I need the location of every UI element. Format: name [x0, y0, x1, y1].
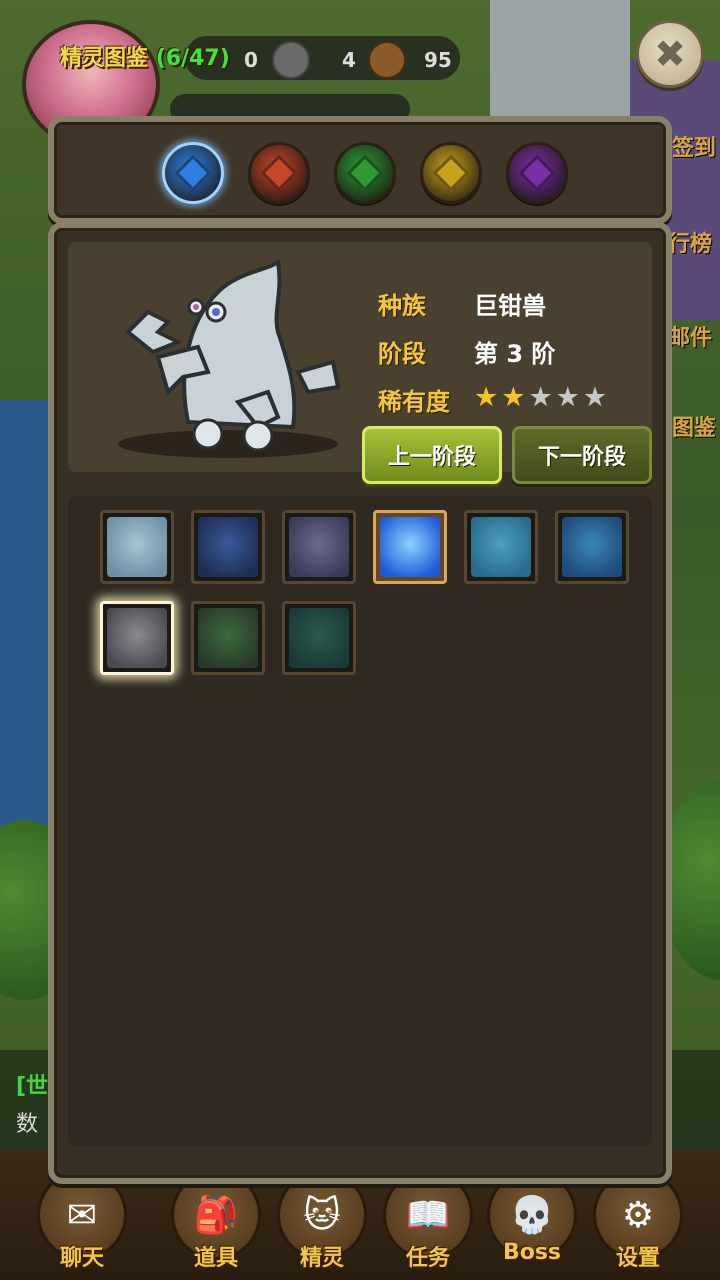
star-filled-icon: ★ — [501, 382, 526, 413]
next-stage-button[interactable]: 下一阶段 — [512, 426, 652, 484]
nav-quests[interactable]: 📖 任务 — [380, 1170, 476, 1280]
creature-thumbnail — [471, 517, 531, 577]
nav-label: 设置 — [615, 1246, 660, 1271]
star-empty-icon: ★ — [555, 382, 580, 413]
creature-cell[interactable] — [555, 510, 629, 584]
tab-wood[interactable] — [334, 142, 396, 204]
side-menu-signin[interactable]: 签到 — [672, 130, 716, 162]
nav-label: 任务 — [405, 1246, 450, 1271]
handbook-panel: 种族 巨钳兽 阶段 第 3 阶 稀有度 ★ ★ ★ ★ ★ 上一阶段 下一阶段 — [48, 222, 672, 1184]
rarity-stars: ★ ★ ★ ★ ★ — [474, 384, 607, 411]
nav-items[interactable]: 🎒 道具 — [168, 1170, 264, 1280]
stage-row: 阶段 第 3 阶 — [378, 334, 555, 369]
creature-cell[interactable] — [100, 510, 174, 584]
creature-cell[interactable] — [464, 510, 538, 584]
creature-thumbnail — [198, 608, 258, 668]
nav-label: 道具 — [193, 1246, 238, 1271]
stage-label: 阶段 — [378, 340, 426, 368]
side-menu-ranking[interactable]: 行榜 — [668, 226, 712, 258]
nav-spirits[interactable]: 🐱 精灵 — [274, 1170, 370, 1280]
creature-cell[interactable] — [191, 510, 265, 584]
creature-detail: 种族 巨钳兽 阶段 第 3 阶 稀有度 ★ ★ ★ ★ ★ 上一阶段 下一阶段 — [68, 242, 652, 484]
stage-value: 第 3 阶 — [474, 340, 556, 368]
tab-water[interactable] — [162, 142, 224, 204]
chat-message: 数 — [16, 1112, 39, 1137]
close-button[interactable]: ✖ — [636, 20, 704, 88]
nav-chat[interactable]: ✉ 聊天 — [34, 1170, 130, 1280]
side-menu-handbook[interactable]: 图鉴 — [672, 410, 716, 442]
title-text: 精灵图鉴 — [60, 46, 149, 71]
race-label: 种族 — [378, 292, 426, 320]
creature-thumbnail — [380, 517, 440, 577]
creature-portrait — [118, 258, 341, 458]
tab-earth[interactable] — [420, 142, 482, 204]
stone-path — [490, 0, 630, 120]
rarity-label: 稀有度 — [378, 388, 450, 416]
creature-cell[interactable] — [282, 601, 356, 675]
collection-count: (6/47) — [155, 46, 230, 71]
tab-fire[interactable] — [248, 142, 310, 204]
previous-stage-button[interactable]: 上一阶段 — [362, 426, 502, 484]
side-menu-mail[interactable]: 邮件 — [668, 320, 712, 352]
rarity-row: 稀有度 ★ ★ ★ ★ ★ — [378, 382, 607, 417]
nav-settings[interactable]: ⚙ 设置 — [590, 1170, 686, 1280]
nav-label: 聊天 — [59, 1246, 104, 1271]
creature-thumbnail — [289, 517, 349, 577]
race-row: 种族 巨钳兽 — [378, 286, 546, 321]
race-value: 巨钳兽 — [474, 292, 546, 320]
bronze-coin-icon — [368, 41, 406, 79]
creature-grid — [68, 496, 652, 1146]
star-empty-icon: ★ — [528, 382, 553, 413]
creature-cell[interactable] — [373, 510, 447, 584]
chat-channel-tag: [世 — [16, 1074, 49, 1099]
nav-label: Boss — [502, 1240, 562, 1265]
creature-thumbnail — [562, 517, 622, 577]
creature-cell[interactable] — [100, 601, 174, 675]
nav-boss[interactable]: 💀 Boss — [484, 1170, 580, 1280]
creature-cell[interactable] — [282, 510, 356, 584]
nav-label: 精灵 — [299, 1246, 344, 1271]
element-tabs-panel — [48, 116, 672, 224]
resource-value: 4 — [342, 48, 356, 72]
creature-thumbnail — [107, 608, 167, 668]
creature-cell[interactable] — [191, 601, 265, 675]
star-empty-icon: ★ — [582, 382, 608, 413]
resource-value: 0 — [244, 48, 258, 72]
creature-thumbnail — [198, 517, 258, 577]
creature-thumbnail — [107, 517, 167, 577]
tab-dark[interactable] — [506, 142, 568, 204]
resource-value: 95 — [424, 48, 452, 72]
page-title: 精灵图鉴 (6/47) — [60, 40, 230, 72]
silver-coin-icon — [272, 41, 310, 79]
star-filled-icon: ★ — [474, 382, 499, 413]
close-icon: ✖ — [654, 32, 686, 76]
creature-thumbnail — [289, 608, 349, 668]
